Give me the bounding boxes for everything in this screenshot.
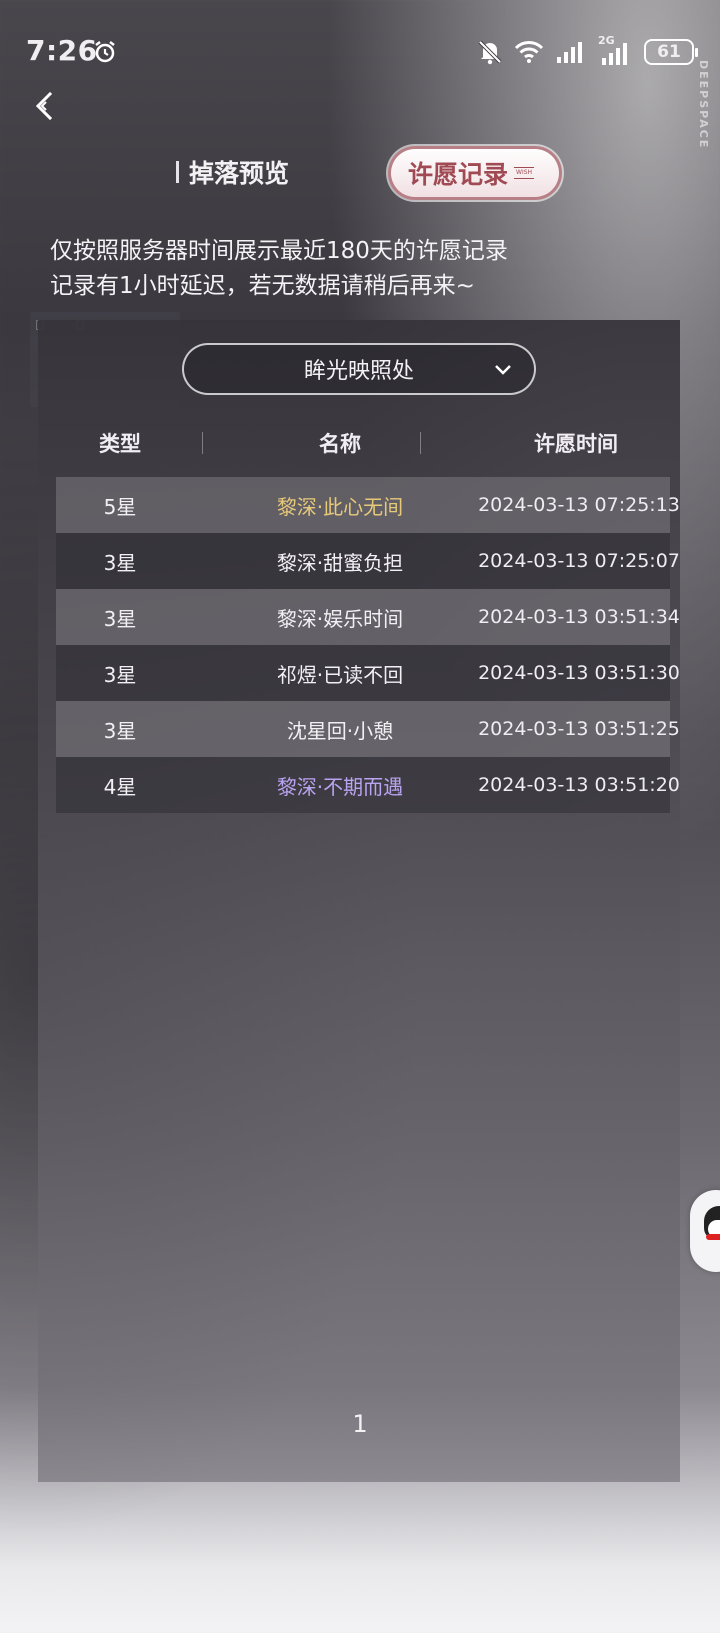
row-name: 黎深·不期而遇 <box>276 774 404 799</box>
table-header: 类型 名称 许愿时间 <box>56 420 670 464</box>
table-row: 3星 黎深·甜蜜负担 2024-03-13 07:25:07 <box>56 533 680 589</box>
chevron-down-icon <box>495 365 511 375</box>
header-divider <box>202 432 203 454</box>
records-table: 5星 黎深·此心无间 2024-03-13 07:25:13 3星 黎深·甜蜜负… <box>56 477 680 813</box>
table-row: 3星 祁煜·已读不回 2024-03-13 03:51:30 <box>56 645 680 701</box>
row-type: 4星 <box>103 774 137 799</box>
signal-icon <box>557 42 582 63</box>
signal-2g-icon: 2G <box>598 34 632 66</box>
row-name: 黎深·甜蜜负担 <box>276 550 404 575</box>
row-type: 3星 <box>103 550 137 575</box>
header-name: 名称 <box>319 431 361 456</box>
tab-wish-record[interactable]: 许愿记录 WISH <box>388 146 562 200</box>
row-name: 黎深·此心无间 <box>276 494 404 519</box>
pool-select-dropdown[interactable]: 眸光映照处 <box>182 343 536 395</box>
row-time: 2024-03-13 03:51:20 <box>478 774 680 796</box>
header-type: 类型 <box>99 431 141 456</box>
penguin-scarf <box>706 1234 720 1240</box>
row-type: 5星 <box>103 494 137 519</box>
header-time: 许愿时间 <box>534 431 618 456</box>
status-bar: 7:26 2G 61 <box>0 0 720 90</box>
row-time: 2024-03-13 07:25:07 <box>478 550 680 572</box>
brand-vertical-text: DEEPSPACE <box>697 60 710 150</box>
pool-select-value: 眸光映照处 <box>303 359 414 384</box>
notice-line-1: 仅按照服务器时间展示最近180天的许愿记录 <box>50 238 508 264</box>
header-divider <box>420 432 421 454</box>
table-row: 5星 黎深·此心无间 2024-03-13 07:25:13 <box>56 477 680 533</box>
notice-line-2: 记录有1小时延迟，若无数据请稍后再来~ <box>50 273 475 299</box>
row-type: 3星 <box>103 718 137 743</box>
tab-wish-record-label: 许愿记录 <box>408 160 509 189</box>
row-name: 黎深·娱乐时间 <box>276 606 404 631</box>
mute-bell-icon <box>478 40 502 65</box>
tab-drop-preview-label: 掉落预览 <box>189 159 290 188</box>
row-type: 3星 <box>103 662 137 687</box>
alarm-clock-icon <box>95 41 115 63</box>
back-button[interactable] <box>32 88 72 128</box>
row-name: 沈星回·小憩 <box>286 718 394 743</box>
status-icons: 2G 61 <box>478 34 698 66</box>
floating-assistant-button[interactable] <box>690 1190 720 1272</box>
row-name: 祁煜·已读不回 <box>276 662 404 687</box>
wifi-icon <box>514 41 544 63</box>
row-time: 2024-03-13 03:51:25 <box>478 718 680 740</box>
table-row: 3星 黎深·娱乐时间 2024-03-13 03:51:34 <box>56 589 680 645</box>
row-time: 2024-03-13 07:25:13 <box>478 494 680 516</box>
row-time: 2024-03-13 03:51:30 <box>478 662 680 684</box>
row-time: 2024-03-13 03:51:34 <box>478 606 680 628</box>
notice-text: 仅按照服务器时间展示最近180天的许愿记录 记录有1小时延迟，若无数据请稍后再来… <box>50 234 508 304</box>
tab-wish-record-tag: WISH <box>514 167 535 179</box>
tab-divider <box>176 161 179 183</box>
table-row: 4星 黎深·不期而遇 2024-03-13 03:51:20 <box>56 757 680 813</box>
status-time: 7:26 <box>26 34 98 67</box>
battery-indicator: 61 <box>644 39 698 65</box>
tab-drop-preview[interactable]: 掉落预览 <box>176 152 289 192</box>
page-number[interactable]: 1 <box>340 1410 380 1438</box>
row-type: 3星 <box>103 606 137 631</box>
table-row: 3星 沈星回·小憩 2024-03-13 03:51:25 <box>56 701 680 757</box>
